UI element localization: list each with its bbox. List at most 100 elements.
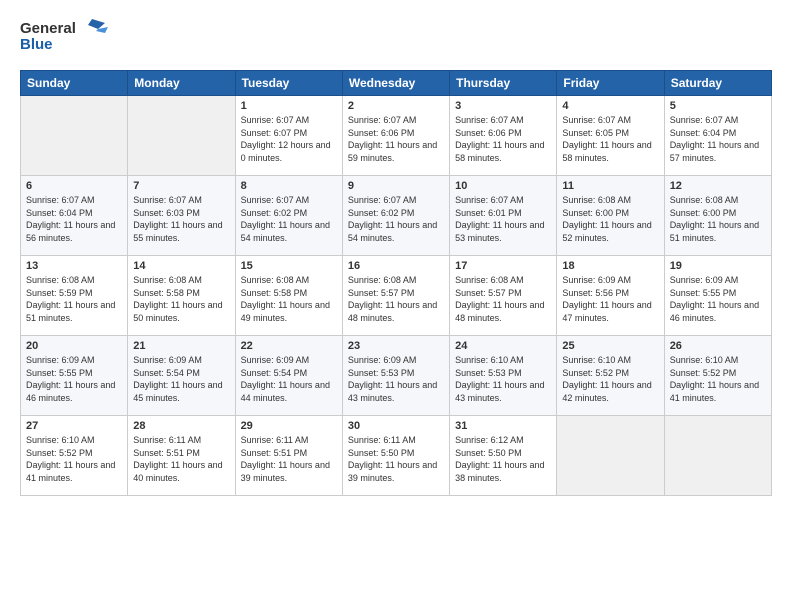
day-info: Sunrise: 6:08 AMSunset: 5:57 PMDaylight:…	[348, 274, 444, 324]
day-number: 7	[133, 180, 229, 192]
day-number: 26	[670, 340, 766, 352]
calendar-cell: 16 Sunrise: 6:08 AMSunset: 5:57 PMDayligh…	[342, 256, 449, 336]
calendar-week-row: 13Sunrise: 6:08 AMSunset: 5:59 PMDayligh…	[21, 256, 772, 336]
day-number: 9	[348, 180, 444, 192]
day-number: 22	[241, 340, 337, 352]
day-info: Sunrise: 6:10 AMSunset: 5:53 PMDaylight:…	[455, 354, 551, 404]
calendar-week-row: 27 Sunrise: 6:10 AMSunset: 5:52 PMDayligh…	[21, 416, 772, 496]
day-number: 16	[348, 260, 444, 272]
day-number: 20	[26, 340, 122, 352]
day-number: 24	[455, 340, 551, 352]
day-info: Sunrise: 6:08 AMSunset: 6:00 PMDaylight:…	[670, 194, 766, 244]
day-info: Sunrise: 6:09 AMSunset: 5:54 PMDaylight:…	[241, 354, 337, 404]
day-info: Sunrise: 6:11 AMSunset: 5:51 PMDaylight:…	[133, 434, 229, 484]
day-number: 17	[455, 260, 551, 272]
calendar-cell	[557, 416, 664, 496]
day-number: 2	[348, 100, 444, 112]
day-info: Sunrise: 6:08 AMSunset: 5:58 PMDaylight:…	[241, 274, 337, 324]
day-info: Sunrise: 6:07 AMSunset: 6:03 PMDaylight:…	[133, 194, 229, 244]
calendar-cell: 7 Sunrise: 6:07 AMSunset: 6:03 PMDaylight…	[128, 176, 235, 256]
day-number: 3	[455, 100, 551, 112]
calendar-cell: 2 Sunrise: 6:07 AMSunset: 6:06 PMDaylight…	[342, 96, 449, 176]
calendar-cell: 25Sunrise: 6:10 AMSunset: 5:52 PMDayligh…	[557, 336, 664, 416]
calendar-cell: 17 Sunrise: 6:08 AMSunset: 5:57 PMDayligh…	[450, 256, 557, 336]
logo: General Blue	[20, 15, 110, 60]
calendar-cell: 23 Sunrise: 6:09 AMSunset: 5:53 PMDayligh…	[342, 336, 449, 416]
day-info: Sunrise: 6:08 AMSunset: 5:58 PMDaylight:…	[133, 274, 229, 324]
calendar-cell: 20 Sunrise: 6:09 AMSunset: 5:55 PMDayligh…	[21, 336, 128, 416]
day-info: Sunrise: 6:07 AMSunset: 6:06 PMDaylight:…	[348, 114, 444, 164]
calendar-cell: 13Sunrise: 6:08 AMSunset: 5:59 PMDayligh…	[21, 256, 128, 336]
day-info: Sunrise: 6:08 AMSunset: 5:57 PMDaylight:…	[455, 274, 551, 324]
calendar-cell: 15Sunrise: 6:08 AMSunset: 5:58 PMDayligh…	[235, 256, 342, 336]
calendar-page: General Blue SundayMondayTuesdayWednesda…	[0, 0, 792, 612]
day-info: Sunrise: 6:10 AMSunset: 5:52 PMDaylight:…	[26, 434, 122, 484]
day-number: 10	[455, 180, 551, 192]
day-number: 14	[133, 260, 229, 272]
logo-svg: General Blue	[20, 15, 110, 55]
weekday-header-row: SundayMondayTuesdayWednesdayThursdayFrid…	[21, 71, 772, 96]
calendar-cell: 28 Sunrise: 6:11 AMSunset: 5:51 PMDayligh…	[128, 416, 235, 496]
day-info: Sunrise: 6:07 AMSunset: 6:02 PMDaylight:…	[241, 194, 337, 244]
calendar-cell: 10 Sunrise: 6:07 AMSunset: 6:01 PMDayligh…	[450, 176, 557, 256]
day-info: Sunrise: 6:09 AMSunset: 5:53 PMDaylight:…	[348, 354, 444, 404]
day-info: Sunrise: 6:10 AMSunset: 5:52 PMDaylight:…	[670, 354, 766, 404]
day-number: 21	[133, 340, 229, 352]
calendar-cell: 11 Sunrise: 6:08 AMSunset: 6:00 PMDayligh…	[557, 176, 664, 256]
calendar-cell	[664, 416, 771, 496]
day-number: 5	[670, 100, 766, 112]
logo-bird-icon	[88, 19, 105, 29]
calendar-week-row: 20 Sunrise: 6:09 AMSunset: 5:55 PMDayligh…	[21, 336, 772, 416]
day-number: 23	[348, 340, 444, 352]
calendar-week-row: 1 Sunrise: 6:07 AMSunset: 6:07 PMDaylight…	[21, 96, 772, 176]
calendar-cell: 8 Sunrise: 6:07 AMSunset: 6:02 PMDaylight…	[235, 176, 342, 256]
day-number: 31	[455, 420, 551, 432]
day-info: Sunrise: 6:07 AMSunset: 6:04 PMDaylight:…	[26, 194, 122, 244]
day-info: Sunrise: 6:09 AMSunset: 5:54 PMDaylight:…	[133, 354, 229, 404]
day-number: 30	[348, 420, 444, 432]
calendar-cell: 26 Sunrise: 6:10 AMSunset: 5:52 PMDayligh…	[664, 336, 771, 416]
day-number: 27	[26, 420, 122, 432]
day-number: 28	[133, 420, 229, 432]
day-info: Sunrise: 6:09 AMSunset: 5:55 PMDaylight:…	[26, 354, 122, 404]
calendar-cell: 6Sunrise: 6:07 AMSunset: 6:04 PMDaylight…	[21, 176, 128, 256]
day-info: Sunrise: 6:10 AMSunset: 5:52 PMDaylight:…	[562, 354, 658, 404]
calendar-cell: 27 Sunrise: 6:10 AMSunset: 5:52 PMDayligh…	[21, 416, 128, 496]
day-info: Sunrise: 6:08 AMSunset: 6:00 PMDaylight:…	[562, 194, 658, 244]
weekday-header-wednesday: Wednesday	[342, 71, 449, 96]
day-info: Sunrise: 6:08 AMSunset: 5:59 PMDaylight:…	[26, 274, 122, 324]
day-info: Sunrise: 6:07 AMSunset: 6:07 PMDaylight:…	[241, 114, 337, 164]
day-info: Sunrise: 6:07 AMSunset: 6:06 PMDaylight:…	[455, 114, 551, 164]
calendar-cell: 12 Sunrise: 6:08 AMSunset: 6:00 PMDayligh…	[664, 176, 771, 256]
weekday-header-thursday: Thursday	[450, 71, 557, 96]
day-info: Sunrise: 6:11 AMSunset: 5:51 PMDaylight:…	[241, 434, 337, 484]
calendar-cell: 9Sunrise: 6:07 AMSunset: 6:02 PMDaylight…	[342, 176, 449, 256]
calendar-cell: 19Sunrise: 6:09 AMSunset: 5:55 PMDayligh…	[664, 256, 771, 336]
calendar-cell	[21, 96, 128, 176]
calendar-cell: 30 Sunrise: 6:11 AMSunset: 5:50 PMDayligh…	[342, 416, 449, 496]
calendar-cell: 29 Sunrise: 6:11 AMSunset: 5:51 PMDayligh…	[235, 416, 342, 496]
calendar-cell: 22 Sunrise: 6:09 AMSunset: 5:54 PMDayligh…	[235, 336, 342, 416]
day-info: Sunrise: 6:11 AMSunset: 5:50 PMDaylight:…	[348, 434, 444, 484]
day-info: Sunrise: 6:07 AMSunset: 6:01 PMDaylight:…	[455, 194, 551, 244]
calendar-cell: 18 Sunrise: 6:09 AMSunset: 5:56 PMDayligh…	[557, 256, 664, 336]
day-number: 4	[562, 100, 658, 112]
weekday-header-tuesday: Tuesday	[235, 71, 342, 96]
calendar-cell: 1 Sunrise: 6:07 AMSunset: 6:07 PMDaylight…	[235, 96, 342, 176]
calendar-table: SundayMondayTuesdayWednesdayThursdayFrid…	[20, 70, 772, 496]
day-number: 18	[562, 260, 658, 272]
day-number: 12	[670, 180, 766, 192]
weekday-header-monday: Monday	[128, 71, 235, 96]
calendar-cell: 24 Sunrise: 6:10 AMSunset: 5:53 PMDayligh…	[450, 336, 557, 416]
day-number: 11	[562, 180, 658, 192]
calendar-cell: 31Sunrise: 6:12 AMSunset: 5:50 PMDayligh…	[450, 416, 557, 496]
day-number: 8	[241, 180, 337, 192]
calendar-week-row: 6Sunrise: 6:07 AMSunset: 6:04 PMDaylight…	[21, 176, 772, 256]
svg-text:General: General	[20, 20, 76, 37]
day-info: Sunrise: 6:09 AMSunset: 5:56 PMDaylight:…	[562, 274, 658, 324]
day-number: 19	[670, 260, 766, 272]
calendar-cell: 5Sunrise: 6:07 AMSunset: 6:04 PMDaylight…	[664, 96, 771, 176]
weekday-header-friday: Friday	[557, 71, 664, 96]
day-number: 1	[241, 100, 337, 112]
day-number: 29	[241, 420, 337, 432]
